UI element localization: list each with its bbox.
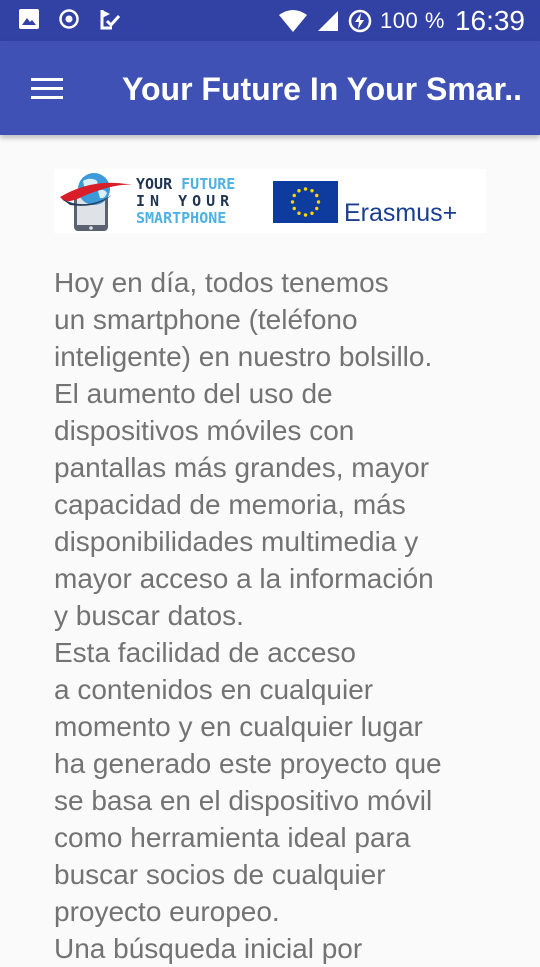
paragraph-3: Una búsqueda inicial por xyxy=(54,933,363,964)
eu-star xyxy=(315,193,319,198)
eu-star xyxy=(315,206,319,211)
logo-banner: YOUR FUTURE IN YOUR SMARTPHONE Erasmus+ xyxy=(54,169,486,233)
logo-line-your: YOUR xyxy=(136,175,182,193)
check-clipboard-icon xyxy=(98,8,122,30)
eu-star xyxy=(297,189,301,193)
app-bar: Your Future In Your Smar... xyxy=(0,41,540,135)
eu-star xyxy=(310,211,314,215)
eu-star xyxy=(292,206,296,211)
erasmus-logo: Erasmus+ xyxy=(273,181,486,227)
eu-star xyxy=(316,200,321,204)
image-icon xyxy=(18,8,40,30)
eu-star xyxy=(310,189,314,193)
eu-star xyxy=(303,213,308,217)
logo-line-smartphone: SMARTPHONE xyxy=(136,209,227,227)
paragraph-1: Hoy en día, todos tenemos un smartphone … xyxy=(54,267,434,631)
globe-phone-icon xyxy=(60,173,132,231)
eu-star xyxy=(292,193,296,198)
article-body: Hoy en día, todos tenemos un smartphone … xyxy=(54,264,504,967)
signal-icon xyxy=(316,9,340,33)
paragraph-2: Esta facilidad de acceso a contenidos en… xyxy=(54,637,442,927)
eu-flag-icon xyxy=(273,181,338,223)
eu-star xyxy=(297,211,301,215)
notification-icons xyxy=(18,8,122,30)
logo-line-future: FUTURE xyxy=(181,175,236,193)
battery-charging-icon xyxy=(348,9,372,33)
record-icon xyxy=(58,8,80,30)
battery-percentage: 100 % xyxy=(380,7,445,33)
eu-star xyxy=(303,187,308,191)
hamburger-menu-icon[interactable] xyxy=(31,78,63,100)
system-icons: 100 % 16:39 xyxy=(278,4,525,37)
page-title: Your Future In Your Smar... xyxy=(122,71,522,107)
status-bar: 100 % 16:39 xyxy=(0,0,540,41)
project-logo-text: YOUR FUTURE IN YOUR SMARTPHONE xyxy=(136,176,235,227)
erasmus-label: Erasmus+ xyxy=(344,199,458,227)
wifi-icon xyxy=(278,9,308,33)
project-logo: YOUR FUTURE IN YOUR SMARTPHONE xyxy=(54,169,259,233)
eu-star xyxy=(290,200,295,204)
logo-line-in-your: IN YOUR xyxy=(136,192,235,210)
clock: 16:39 xyxy=(454,4,525,36)
